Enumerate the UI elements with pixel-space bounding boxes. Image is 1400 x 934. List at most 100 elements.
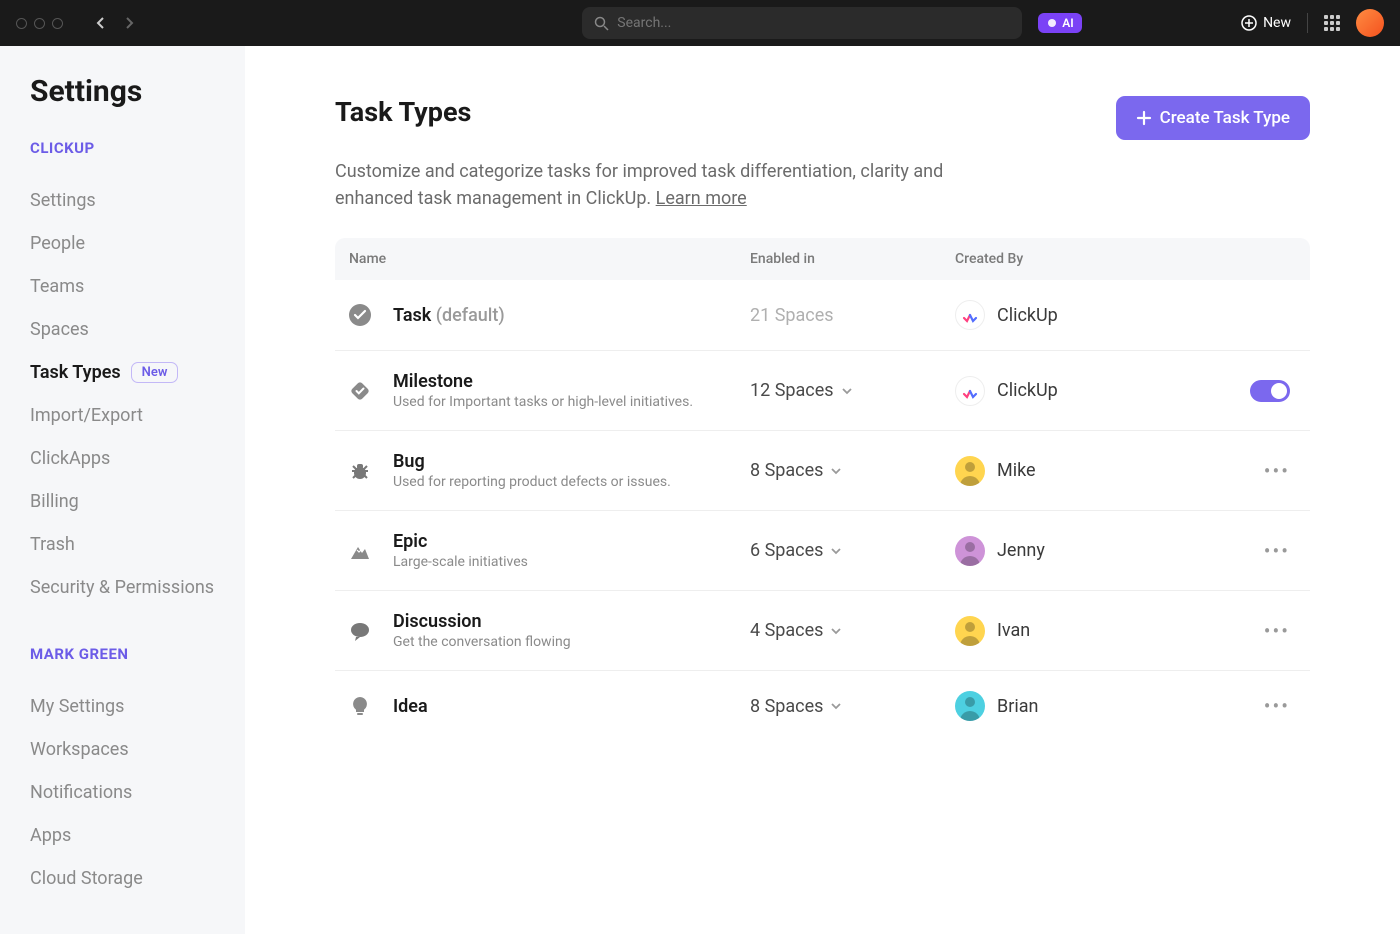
sidebar-item-label: Settings [30,190,96,211]
chevron-down-icon [829,464,843,478]
table-body: Task (default)21 SpacesClickUpMilestoneU… [335,280,1310,741]
enabled-in-dropdown[interactable]: 6 Spaces [750,540,955,561]
sidebar-item-import-export[interactable]: Import/Export [30,394,245,437]
table-row[interactable]: EpicLarge-scale initiatives6 SpacesJenny… [335,511,1310,591]
sidebar-item-settings[interactable]: Settings [30,179,245,222]
sidebar-item-label: Notifications [30,782,132,803]
nav-forward-button[interactable] [117,10,143,36]
table-row[interactable]: MilestoneUsed for Important tasks or hig… [335,351,1310,431]
sidebar-item-label: People [30,233,85,254]
creator-name: ClickUp [997,305,1058,326]
search-input[interactable] [617,15,1010,31]
creator-name: Ivan [997,620,1030,641]
ai-button[interactable]: AI [1038,13,1081,33]
sidebar-item-label: ClickApps [30,448,110,469]
sidebar-item-label: Import/Export [30,405,143,426]
enabled-count: 21 Spaces [750,305,834,326]
sidebar-item-apps[interactable]: Apps [30,814,245,857]
chevron-down-icon [829,624,843,638]
creator-avatar [955,300,985,330]
table-header: Name Enabled in Created By [335,238,1310,280]
more-options-button[interactable]: ••• [1264,619,1290,643]
enabled-in-dropdown[interactable]: 8 Spaces [750,696,955,717]
creator-name: Mike [997,460,1036,481]
learn-more-link[interactable]: Learn more [656,188,747,209]
user-avatar[interactable] [1356,9,1384,37]
enabled-count: 4 Spaces [750,620,823,641]
sidebar-item-label: Billing [30,491,79,512]
description-text: Customize and categorize tasks for impro… [335,161,943,209]
enabled-in-dropdown[interactable]: 4 Spaces [750,620,955,641]
created-by-cell: Ivan [955,616,1200,646]
sidebar-item-people[interactable]: People [30,222,245,265]
ai-label: AI [1062,16,1073,30]
row-title: Idea [393,696,750,717]
sidebar-item-cloud-storage[interactable]: Cloud Storage [30,857,245,900]
sidebar-item-trash[interactable]: Trash [30,523,245,566]
table-row[interactable]: BugUsed for reporting product defects or… [335,431,1310,511]
enabled-count: 8 Spaces [750,696,823,717]
create-task-type-button[interactable]: Create Task Type [1116,96,1310,140]
check-circle-icon [345,300,375,330]
creator-avatar [955,616,985,646]
search-icon [594,16,609,31]
enabled-in-dropdown[interactable]: 8 Spaces [750,460,955,481]
row-subtitle: Get the conversation flowing [393,634,750,650]
ai-sparkle-icon [1046,17,1058,29]
enabled-count: 8 Spaces [750,460,823,481]
more-options-button[interactable]: ••• [1264,694,1290,718]
sidebar-item-task-types[interactable]: Task TypesNew [30,351,245,394]
row-title: Epic [393,531,750,552]
creator-name: ClickUp [997,380,1058,401]
enable-toggle[interactable] [1250,380,1290,402]
row-title: Discussion [393,611,750,632]
mountain-icon [345,536,375,566]
sidebar-item-billing[interactable]: Billing [30,480,245,523]
more-options-button[interactable]: ••• [1264,539,1290,563]
chevron-down-icon [829,544,843,558]
window-controls[interactable] [16,18,63,29]
table-row[interactable]: Discussion Get the conversation flowing4 … [335,591,1310,671]
page-description: Customize and categorize tasks for impro… [335,158,975,212]
column-header-created: Created By [955,251,1200,267]
sidebar-item-notifications[interactable]: Notifications [30,771,245,814]
section-label-user: MARK GREEN [30,645,245,663]
sidebar-item-workspaces[interactable]: Workspaces [30,728,245,771]
page-title: Task Types [335,96,471,128]
column-header-name: Name [335,251,750,267]
sidebar-item-my-settings[interactable]: My Settings [30,685,245,728]
nav-back-button[interactable] [87,10,113,36]
more-options-button[interactable]: ••• [1264,459,1290,483]
creator-avatar [955,536,985,566]
sidebar-item-clickapps[interactable]: ClickApps [30,437,245,480]
creator-name: Brian [997,696,1038,717]
section-label-clickup: CLICKUP [30,139,245,157]
sidebar-item-label: Cloud Storage [30,868,143,889]
sidebar: Settings CLICKUP Settings People Teams S… [0,46,245,934]
topbar: AI New [0,0,1400,46]
created-by-cell: Mike [955,456,1200,486]
row-title: Bug [393,451,750,472]
sidebar-item-spaces[interactable]: Spaces [30,308,245,351]
new-label: New [1263,15,1291,31]
new-button[interactable]: New [1241,15,1291,31]
table-row[interactable]: Idea8 Spaces Brian ••• [335,671,1310,741]
sidebar-item-security[interactable]: Security & Permissions [30,566,245,609]
created-by-cell: ClickUp [955,376,1200,406]
create-button-label: Create Task Type [1160,108,1290,128]
table-row[interactable]: Task (default)21 SpacesClickUp [335,280,1310,351]
enabled-count: 6 Spaces [750,540,823,561]
sidebar-item-label: Teams [30,276,84,297]
creator-avatar [955,456,985,486]
apps-grid-icon[interactable] [1324,15,1340,31]
sidebar-item-label: Task Types [30,362,121,383]
sidebar-item-label: Apps [30,825,71,846]
creator-name: Jenny [997,540,1045,561]
row-title: Milestone [393,371,750,392]
created-by-cell: Brian [955,691,1200,721]
settings-title: Settings [30,74,245,109]
sidebar-item-teams[interactable]: Teams [30,265,245,308]
enabled-in-dropdown[interactable]: 12 Spaces [750,380,955,401]
search-field[interactable] [582,7,1022,39]
sidebar-item-label: Workspaces [30,739,129,760]
